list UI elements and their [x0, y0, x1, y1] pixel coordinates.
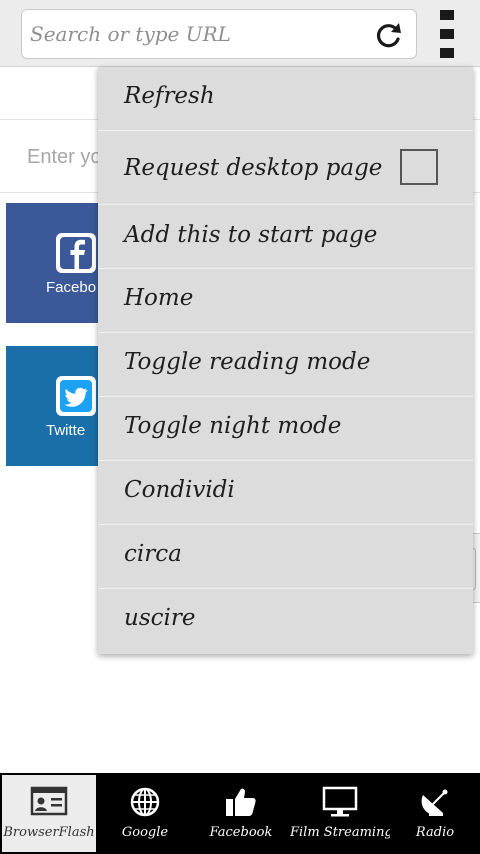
overflow-menu: Refresh Request desktop page Add this to…: [98, 67, 473, 654]
nav-label: Film Streaming: [290, 825, 390, 840]
menu-item-label: Home: [124, 285, 194, 311]
bottom-nav-bar: BrowserFlash Google Facebook Film Stream…: [0, 773, 480, 854]
menu-item-reading-mode[interactable]: Toggle reading mode: [98, 333, 473, 397]
nav-label: Radio: [415, 825, 455, 840]
menu-item-exit[interactable]: uscire: [98, 589, 473, 654]
menu-item-about[interactable]: circa: [98, 525, 473, 589]
satellite-dish-icon: [421, 789, 448, 816]
tile-label: Facebo: [46, 279, 97, 296]
menu-item-request-desktop[interactable]: Request desktop page: [98, 131, 473, 205]
nav-label: Facebook: [209, 825, 273, 840]
nav-label: Google: [121, 825, 169, 840]
tile-label: Twitte: [46, 422, 86, 439]
browser-icon: [30, 786, 68, 816]
reload-icon[interactable]: [374, 20, 404, 50]
menu-item-label: circa: [124, 541, 182, 567]
url-bar[interactable]: [21, 9, 417, 59]
menu-item-label: Toggle night mode: [124, 413, 342, 439]
nav-browserflash[interactable]: BrowserFlash: [2, 775, 96, 852]
menu-item-label: uscire: [124, 605, 196, 631]
nav-radio[interactable]: Radio: [392, 775, 478, 852]
enter-text-field[interactable]: Enter yo: [27, 146, 101, 169]
menu-item-add-start-page[interactable]: Add this to start page: [98, 205, 473, 269]
menu-item-label: Refresh: [124, 83, 215, 109]
menu-item-label: Add this to start page: [124, 222, 378, 248]
nav-film-streaming[interactable]: Film Streaming: [290, 775, 390, 852]
facebook-icon: [56, 233, 96, 273]
monitor-icon: [322, 786, 358, 817]
nav-facebook[interactable]: Facebook: [194, 775, 288, 852]
desktop-page-checkbox[interactable]: [400, 149, 438, 185]
nav-google[interactable]: Google: [98, 775, 192, 852]
menu-item-refresh[interactable]: Refresh: [98, 67, 473, 131]
menu-item-label: Toggle reading mode: [124, 349, 371, 375]
menu-item-label: Request desktop page: [124, 155, 383, 181]
menu-item-label: Condividi: [124, 477, 235, 503]
twitter-icon: [56, 376, 96, 416]
thumbs-up-icon: [226, 788, 256, 816]
menu-item-night-mode[interactable]: Toggle night mode: [98, 397, 473, 461]
globe-icon: [130, 787, 160, 817]
menu-item-home[interactable]: Home: [98, 269, 473, 333]
menu-item-share[interactable]: Condividi: [98, 461, 473, 525]
browser-toolbar: [0, 0, 480, 67]
search-input[interactable]: [30, 16, 360, 52]
nav-label: BrowserFlash: [3, 825, 95, 840]
overflow-menu-icon[interactable]: [436, 10, 458, 58]
